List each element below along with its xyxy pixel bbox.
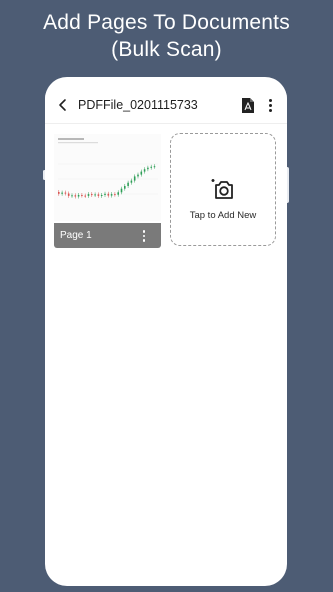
app-bar-divider <box>45 123 287 124</box>
chart-candle <box>150 166 152 168</box>
chart-candle <box>120 188 123 193</box>
chart-candle <box>100 195 103 196</box>
back-arrow-icon[interactable] <box>55 97 71 113</box>
pdf-file-icon[interactable] <box>241 97 255 114</box>
promo-headline-line2: (Bulk Scan) <box>111 38 222 61</box>
phone-screen: PDFFile_0201115733 Page 1 Tap to Add New <box>45 77 287 586</box>
chart-candle <box>67 193 70 196</box>
chart-candle <box>61 192 63 194</box>
chart-candle <box>140 171 143 175</box>
chart-candle <box>114 194 116 196</box>
add-page-card[interactable]: Tap to Add New <box>170 133 276 246</box>
chart-candle <box>127 182 129 186</box>
chart-candle <box>87 194 90 196</box>
chart-candle <box>94 194 96 196</box>
chart-candle <box>133 176 136 181</box>
chart-candle <box>124 186 126 189</box>
add-camera-icon <box>211 178 235 200</box>
chart-candle <box>77 195 80 197</box>
chart-candle <box>71 195 73 197</box>
chart-candle <box>104 193 106 195</box>
chart-candle <box>58 192 60 194</box>
app-bar: PDFFile_0201115733 <box>45 91 287 121</box>
chart-candle <box>81 195 83 196</box>
chart-candle <box>117 192 119 195</box>
promo-headline-line1: Add Pages To Documents <box>43 11 290 34</box>
chart-candle <box>64 192 67 194</box>
chart-candle <box>147 167 149 170</box>
chart-candle <box>97 194 100 196</box>
chart-candle <box>153 166 156 168</box>
more-vert-icon[interactable] <box>140 229 148 243</box>
page-footer[interactable]: Page 1 <box>54 223 161 248</box>
more-vert-icon[interactable] <box>265 97 275 114</box>
promo-headline: Add Pages To Documents (Bulk Scan) <box>0 9 333 63</box>
page-label: Page 1 <box>60 230 92 241</box>
chart-candle <box>130 180 133 183</box>
chart-candle <box>137 174 139 177</box>
chart-candle <box>143 169 146 172</box>
chart-candle <box>84 195 86 197</box>
document-title: PDFFile_0201115733 <box>78 98 198 112</box>
chart-candle <box>91 194 93 196</box>
page-card[interactable]: Page 1 <box>54 134 161 248</box>
chart-candle <box>107 193 110 196</box>
chart-candle <box>74 195 77 197</box>
page-thumbnail[interactable] <box>54 134 161 221</box>
chart-candle <box>110 194 113 196</box>
add-page-label: Tap to Add New <box>189 210 257 221</box>
